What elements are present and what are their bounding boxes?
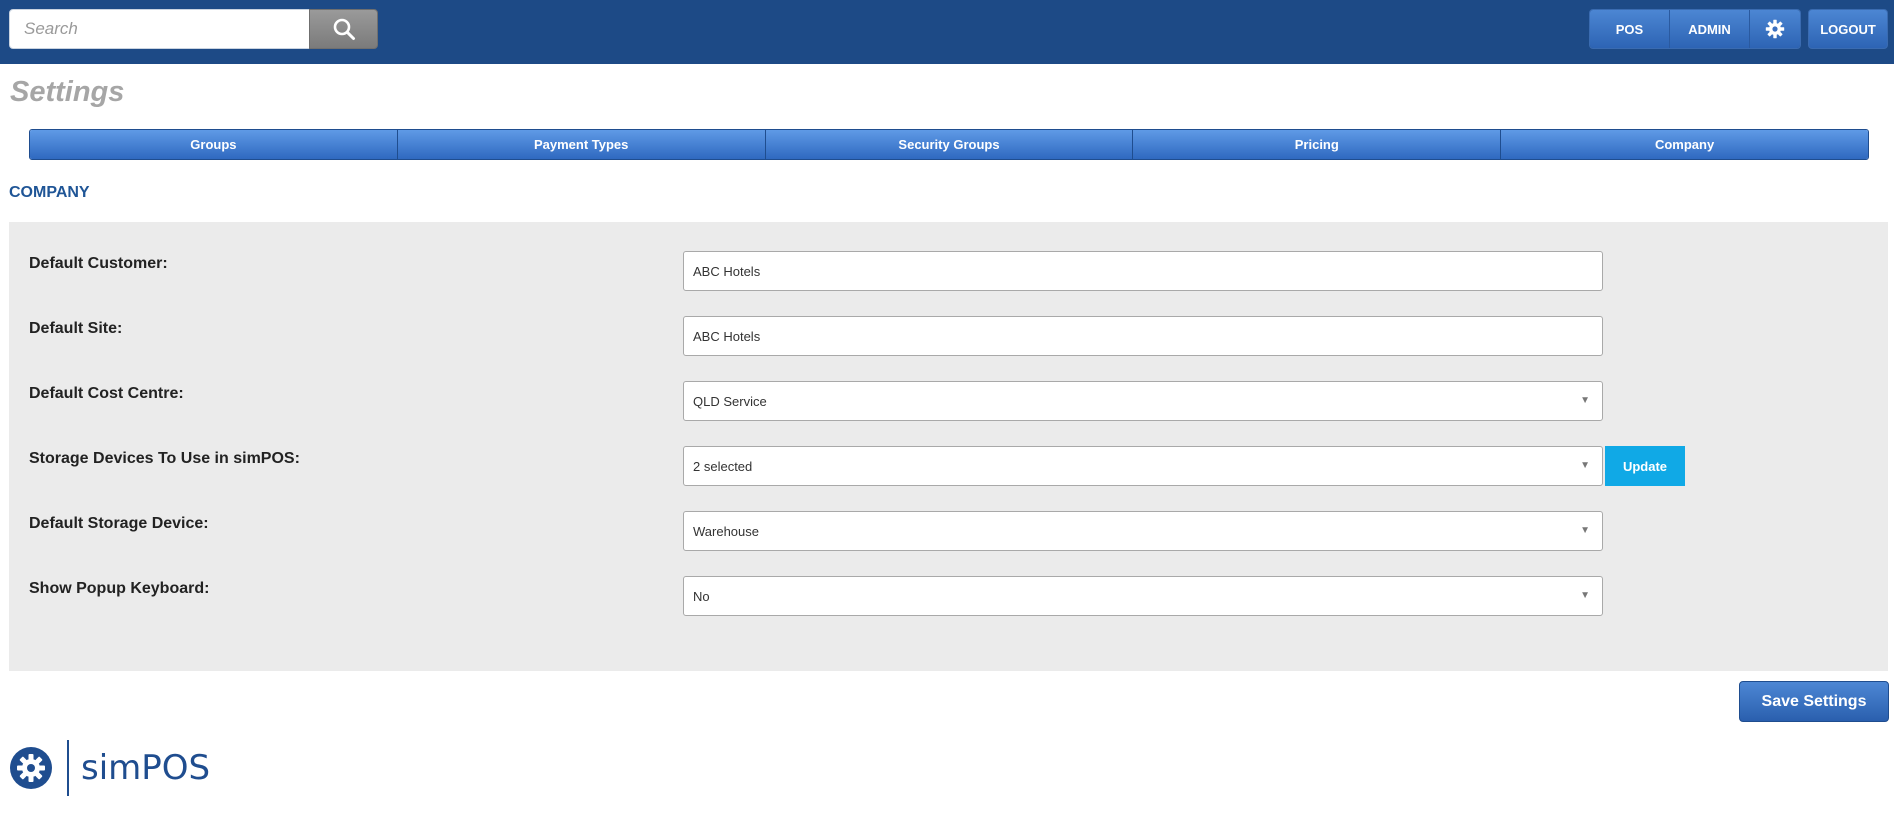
default-customer-label: Default Customer: <box>29 255 168 272</box>
footer-logo: simPOS <box>9 740 210 796</box>
pos-button[interactable]: POS <box>1590 10 1670 48</box>
search-button[interactable] <box>309 9 378 49</box>
search-icon <box>333 18 355 40</box>
default-site-label: Default Site: <box>29 320 123 337</box>
default-storage-device-value: Warehouse <box>693 523 759 539</box>
tab-pricing[interactable]: Pricing <box>1133 130 1502 159</box>
chevron-down-icon: ▼ <box>1580 525 1590 536</box>
storage-devices-label: Storage Devices To Use in simPOS: <box>29 450 300 467</box>
default-customer-value: ABC Hotels <box>693 263 761 279</box>
save-settings-button[interactable]: Save Settings <box>1739 681 1889 722</box>
chevron-down-icon: ▼ <box>1580 395 1590 406</box>
default-cost-centre-label: Default Cost Centre: <box>29 385 184 402</box>
gear-icon <box>1765 19 1785 39</box>
page-title: Settings <box>10 76 125 108</box>
tab-security-groups[interactable]: Security Groups <box>765 130 1134 159</box>
settings-button[interactable] <box>1750 10 1800 48</box>
default-storage-device-label: Default Storage Device: <box>29 515 209 532</box>
admin-button[interactable]: ADMIN <box>1670 10 1750 48</box>
tab-company[interactable]: Company <box>1501 130 1868 159</box>
storage-devices-select[interactable]: 2 selected ▼ <box>683 446 1603 486</box>
popup-keyboard-value: No <box>693 588 710 604</box>
default-site-field[interactable]: ABC Hotels <box>683 316 1603 356</box>
update-button[interactable]: Update <box>1605 446 1685 486</box>
default-site-value: ABC Hotels <box>693 328 761 344</box>
simpos-logo-icon <box>10 747 52 789</box>
chevron-down-icon: ▼ <box>1580 460 1590 471</box>
top-bar: POS ADMIN LOGOUT <box>0 0 1894 64</box>
tab-payment-types[interactable]: Payment Types <box>397 130 766 159</box>
search-input[interactable] <box>9 9 310 49</box>
default-cost-centre-value: QLD Service <box>693 393 767 409</box>
popup-keyboard-label: Show Popup Keyboard: <box>29 580 210 597</box>
storage-devices-value: 2 selected <box>693 458 753 474</box>
section-heading: COMPANY <box>9 184 90 201</box>
main-nav: POS ADMIN <box>1589 9 1801 49</box>
tab-groups[interactable]: Groups <box>30 130 398 159</box>
brand-name: simPOS <box>81 748 211 788</box>
logout-button[interactable]: LOGOUT <box>1808 9 1888 49</box>
company-settings-panel: Default Customer: ABC Hotels Default Sit… <box>9 222 1888 671</box>
default-customer-field[interactable]: ABC Hotels <box>683 251 1603 291</box>
chevron-down-icon: ▼ <box>1580 590 1590 601</box>
footer-divider <box>67 740 69 796</box>
default-cost-centre-select[interactable]: QLD Service ▼ <box>683 381 1603 421</box>
popup-keyboard-select[interactable]: No ▼ <box>683 576 1603 616</box>
settings-tabs: Groups Payment Types Security Groups Pri… <box>29 129 1869 160</box>
default-storage-device-select[interactable]: Warehouse ▼ <box>683 511 1603 551</box>
